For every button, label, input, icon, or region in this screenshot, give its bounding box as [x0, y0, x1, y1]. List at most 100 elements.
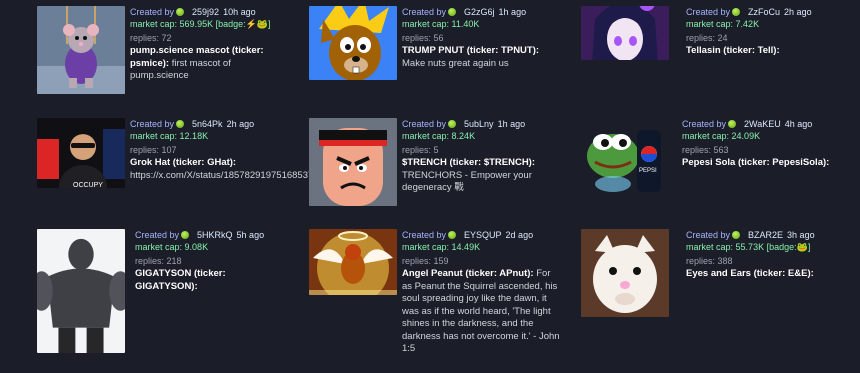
- anime-girl-icon[interactable]: [581, 6, 669, 60]
- market-cap-value: 14.49K: [451, 242, 481, 252]
- replies-count: replies: 56: [402, 32, 562, 44]
- market-cap: market cap: 9.08K: [135, 241, 290, 253]
- created-row: Created by ZzFoCu 2h ago: [686, 6, 836, 18]
- created-age: 10h ago: [223, 7, 256, 17]
- replies-count: replies: 388: [686, 255, 836, 267]
- coin-info: Created by EYSQUP 2d ago market cap: 14.49…: [402, 229, 562, 356]
- coin-title[interactable]: GIGATYSON (ticker: GIGATYSON):: [135, 268, 290, 293]
- creator-link[interactable]: BZAR2E: [748, 230, 783, 240]
- speaker-photo-icon[interactable]: OCCUPY MARS: [37, 118, 125, 188]
- replies-value: 218: [166, 256, 182, 266]
- rat-mascot-icon[interactable]: [37, 6, 125, 94]
- created-by-label: Created by: [402, 7, 447, 17]
- creator-link[interactable]: 5n64Pk: [192, 119, 223, 129]
- created-by-label: Created by: [686, 7, 731, 17]
- created-by-label: Created by: [402, 119, 447, 129]
- creator-avatar[interactable]: [728, 120, 737, 128]
- coin-info: Created by G2zG6j 1h ago market cap: 11.40…: [402, 6, 562, 70]
- created-row: Created by EYSQUP 2d ago: [402, 229, 562, 241]
- creator-avatar[interactable]: [448, 231, 457, 239]
- replies-count: replies: 5: [402, 144, 562, 156]
- angel-squirrel-icon[interactable]: [309, 229, 397, 295]
- market-cap-label: market cap:: [682, 131, 730, 141]
- coin-info: Created by 5HKRkQ 5h ago market cap: 9.08K…: [135, 229, 290, 293]
- badge-icons: ⚡🐸: [245, 19, 269, 29]
- coin-grid-page: { "created_by_label": "Created by", "mar…: [0, 0, 860, 373]
- coin-info: Created by 259j92 10h ago market cap: 569.…: [130, 6, 290, 83]
- creator-avatar[interactable]: [732, 231, 741, 239]
- creator-link[interactable]: EYSQUP: [464, 230, 502, 240]
- created-row: Created by 2WaKEU 4h ago: [682, 118, 832, 130]
- coin-name: Tellasin (ticker: Tell):: [686, 45, 780, 56]
- created-row: Created by 5HKRkQ 5h ago: [135, 229, 290, 241]
- created-age: 2h ago: [226, 119, 255, 129]
- badge-tag: [badge:🐸]: [766, 242, 811, 252]
- coin-title[interactable]: Pepesi Sola (ticker: PepesiSola):: [682, 157, 832, 170]
- coin-title[interactable]: $TRENCH (ticker: $TRENCH): TRENCHORS - E…: [402, 157, 562, 195]
- coin-title[interactable]: Grok Hat (ticker: GHat): https://x.com/X…: [130, 157, 323, 182]
- creator-avatar[interactable]: [448, 8, 457, 16]
- coin-description: TRENCHORS - Empower your degeneracy 戰: [402, 169, 532, 194]
- coin-info: Created by 5ubLny 1h ago market cap: 8.24K…: [402, 118, 562, 195]
- market-cap-value: 24.09K: [731, 131, 761, 141]
- creator-link[interactable]: ZzFoCu: [748, 7, 780, 17]
- coin-name: TRUMP PNUT (ticker: TPNUT):: [402, 45, 540, 56]
- created-age: 2h ago: [784, 7, 812, 17]
- replies-value: 56: [433, 33, 444, 43]
- coin-title[interactable]: Tellasin (ticker: Tell):: [686, 45, 836, 58]
- creator-link[interactable]: G2zG6j: [464, 7, 495, 17]
- replies-label: replies:: [130, 145, 160, 155]
- market-cap-value: 7.42K: [735, 19, 760, 29]
- coin-title[interactable]: TRUMP PNUT (ticker: TPNUT): Make nuts gr…: [402, 45, 562, 70]
- replies-count: replies: 218: [135, 255, 290, 267]
- market-cap-value: 9.08K: [184, 242, 209, 252]
- created-by-label: Created by: [135, 230, 180, 240]
- created-age: 4h ago: [784, 119, 813, 129]
- creator-avatar[interactable]: [176, 8, 185, 16]
- market-cap-label: market cap:: [402, 19, 450, 29]
- replies-value: 388: [717, 256, 733, 266]
- replies-label: replies:: [402, 145, 432, 155]
- svg-text:OCCUPY: OCCUPY: [73, 182, 103, 188]
- market-cap-label: market cap:: [402, 242, 450, 252]
- market-cap-label: market cap:: [686, 19, 734, 29]
- market-cap-value: 55.73K: [735, 242, 765, 252]
- replies-label: replies:: [682, 145, 712, 155]
- market-cap-value: 12.18K: [179, 131, 209, 141]
- coin-description: For as Peanut the Squirrel ascended, his…: [402, 268, 560, 354]
- coin-title[interactable]: Angel Peanut (ticker: APnut): For as Pea…: [402, 268, 562, 356]
- created-by-label: Created by: [682, 119, 727, 129]
- replies-count: replies: 72: [130, 32, 290, 44]
- creator-link[interactable]: 5ubLny: [464, 119, 494, 129]
- muscle-man-icon[interactable]: [37, 229, 125, 353]
- creator-avatar[interactable]: [176, 120, 185, 128]
- creator-avatar[interactable]: [448, 120, 457, 128]
- creator-link[interactable]: 5HKRkQ: [197, 230, 233, 240]
- creator-link[interactable]: 259j92: [192, 7, 219, 17]
- cat-face-icon[interactable]: [581, 229, 669, 317]
- created-by-label: Created by: [130, 7, 175, 17]
- market-cap: market cap: 8.24K: [402, 130, 562, 142]
- coin-info: Created by 2WaKEU 4h ago market cap: 24.09…: [682, 118, 832, 170]
- angry-cartoon-icon[interactable]: [309, 118, 397, 206]
- replies-count: replies: 24: [686, 32, 836, 44]
- market-cap-value: 8.24K: [451, 131, 476, 141]
- coin-title[interactable]: Eyes and Ears (ticker: E&E):: [686, 268, 836, 281]
- replies-count: replies: 563: [682, 144, 832, 156]
- market-cap: market cap: 24.09K: [682, 130, 832, 142]
- cartoon-squirrel-icon[interactable]: [309, 6, 397, 80]
- created-age: 5h ago: [236, 230, 265, 240]
- pepe-soda-icon[interactable]: PEPSI: [581, 118, 669, 194]
- market-cap: market cap: 55.73K [badge:🐸]: [686, 241, 836, 253]
- creator-link[interactable]: 2WaKEU: [744, 119, 781, 129]
- replies-value: 5: [433, 145, 439, 155]
- coin-name: GIGATYSON (ticker: GIGATYSON):: [135, 268, 226, 292]
- creator-avatar[interactable]: [732, 8, 741, 16]
- replies-label: replies:: [402, 33, 432, 43]
- badge-icons: 🐸: [796, 242, 808, 252]
- coin-title[interactable]: pump.science mascot (ticker: psmice): fi…: [130, 45, 290, 83]
- coin-name: Angel Peanut (ticker: APnut):: [402, 268, 534, 279]
- creator-avatar[interactable]: [181, 231, 190, 239]
- coin-name: Grok Hat (ticker: GHat):: [130, 157, 237, 168]
- replies-value: 563: [713, 145, 729, 155]
